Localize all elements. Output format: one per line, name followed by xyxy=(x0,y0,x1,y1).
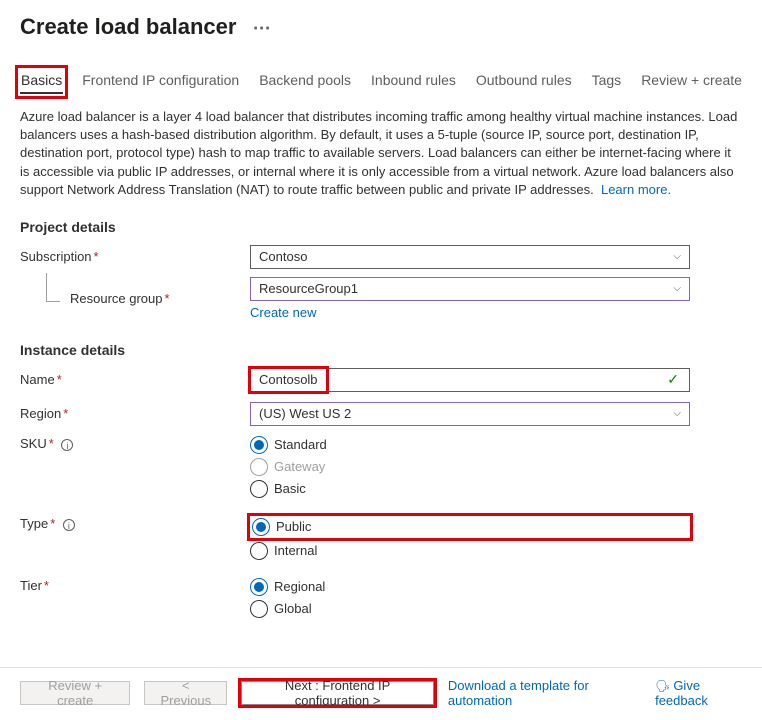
next-button[interactable]: Next : Frontend IP configuration > xyxy=(241,681,434,705)
type-option-public[interactable]: Public xyxy=(252,518,688,536)
give-feedback-link[interactable]: 🗣Give feedback xyxy=(655,678,742,708)
more-actions-icon[interactable]: ⋯ xyxy=(253,18,272,39)
region-dropdown[interactable]: (US) West US 2 ⌵ xyxy=(250,402,690,426)
resource-group-dropdown[interactable]: ResourceGroup1 ⌵ xyxy=(250,277,690,301)
previous-button[interactable]: < Previous xyxy=(144,681,227,705)
tab-inbound-rules[interactable]: Inbound rules xyxy=(370,70,457,94)
tier-option-regional[interactable]: Regional xyxy=(250,578,690,596)
name-value: Contosolb xyxy=(251,369,326,391)
tier-option-global[interactable]: Global xyxy=(250,600,690,618)
subscription-value: Contoso xyxy=(259,249,307,264)
type-label: Type* i xyxy=(20,516,250,531)
create-new-rg-link[interactable]: Create new xyxy=(250,305,316,320)
wizard-tabs: Basics Frontend IP configuration Backend… xyxy=(20,70,742,94)
tab-tags[interactable]: Tags xyxy=(591,70,623,94)
sku-radio-group: Standard Gateway Basic xyxy=(250,436,690,498)
tab-backend-pools[interactable]: Backend pools xyxy=(258,70,352,94)
resource-group-label: Resource group* xyxy=(20,291,250,306)
learn-more-link[interactable]: Learn more. xyxy=(601,182,671,197)
chevron-down-icon: ⌵ xyxy=(673,283,681,294)
description-text: Azure load balancer is a layer 4 load ba… xyxy=(20,108,742,199)
download-template-link[interactable]: Download a template for automation xyxy=(448,678,627,708)
region-value: (US) West US 2 xyxy=(259,406,351,421)
page-title: Create load balancer ⋯ xyxy=(20,14,742,40)
chevron-down-icon: ⌵ xyxy=(673,408,681,419)
chevron-down-icon: ⌵ xyxy=(673,251,681,262)
section-project-details: Project details xyxy=(20,219,742,235)
info-icon[interactable]: i xyxy=(61,439,73,451)
type-option-internal[interactable]: Internal xyxy=(250,542,690,560)
resource-group-value: ResourceGroup1 xyxy=(259,281,358,296)
wizard-footer: Review + create < Previous Next : Fronte… xyxy=(0,667,762,720)
check-icon: ✓ xyxy=(667,371,683,388)
review-create-button[interactable]: Review + create xyxy=(20,681,130,705)
tier-label: Tier* xyxy=(20,578,250,593)
tab-frontend-ip[interactable]: Frontend IP configuration xyxy=(81,70,240,94)
section-instance-details: Instance details xyxy=(20,342,742,358)
type-radio-group: Public Internal xyxy=(250,516,690,560)
sku-option-basic[interactable]: Basic xyxy=(250,480,690,498)
sku-label: SKU* i xyxy=(20,436,250,451)
subscription-label: Subscription* xyxy=(20,249,250,264)
sku-option-standard[interactable]: Standard xyxy=(250,436,690,454)
name-label: Name* xyxy=(20,372,250,387)
tab-basics[interactable]: Basics xyxy=(20,70,63,94)
region-label: Region* xyxy=(20,406,250,421)
sku-option-gateway: Gateway xyxy=(250,458,690,476)
tab-review-create[interactable]: Review + create xyxy=(640,70,743,94)
name-input[interactable]: Contosolb ✓ xyxy=(250,368,690,392)
info-icon[interactable]: i xyxy=(63,519,75,531)
tier-radio-group: Regional Global xyxy=(250,578,690,618)
feedback-icon: 🗣 xyxy=(655,679,670,693)
tab-outbound-rules[interactable]: Outbound rules xyxy=(475,70,573,94)
subscription-dropdown[interactable]: Contoso ⌵ xyxy=(250,245,690,269)
